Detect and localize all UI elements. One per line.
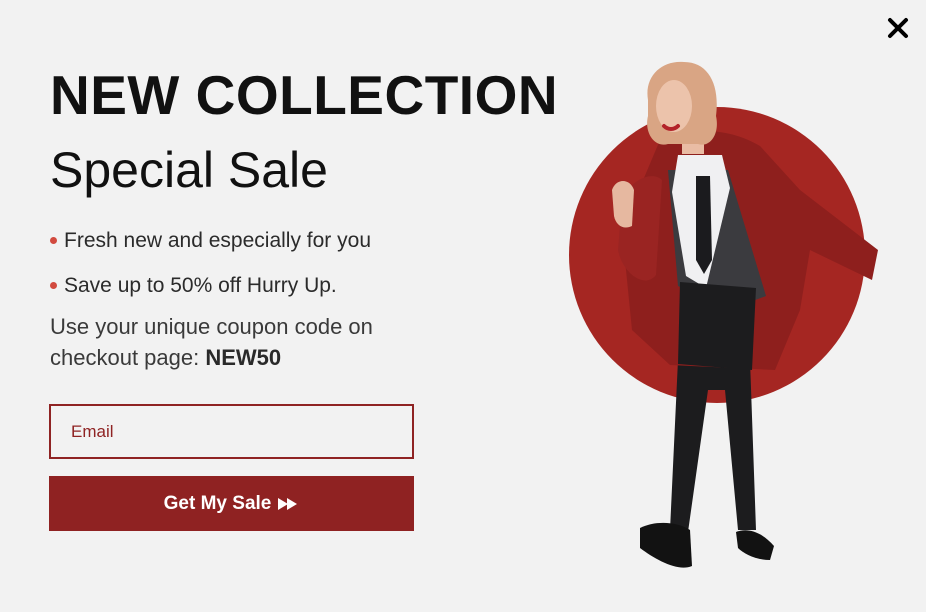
fast-forward-icon <box>277 497 299 511</box>
coupon-code: NEW50 <box>205 345 282 370</box>
bullet-dot-icon <box>50 282 57 289</box>
bullet-text: Fresh new and especially for you <box>64 228 371 252</box>
list-item: Fresh new and especially for you <box>50 218 371 263</box>
subheadline: Special Sale <box>50 142 328 198</box>
sale-popup: NEW COLLECTION Special Sale Fresh new an… <box>0 0 926 612</box>
get-my-sale-button[interactable]: Get My Sale <box>49 476 414 531</box>
coupon-instructions: Use your unique coupon code on checkout … <box>50 311 430 373</box>
cta-label: Get My Sale <box>163 492 272 514</box>
close-icon <box>888 18 908 38</box>
email-field[interactable] <box>49 404 414 459</box>
model-photo <box>569 61 878 568</box>
benefit-list: Fresh new and especially for you Save up… <box>50 218 371 308</box>
close-button[interactable] <box>884 14 912 42</box>
list-item: Save up to 50% off Hurry Up. <box>50 263 371 308</box>
bullet-text: Save up to 50% off Hurry Up. <box>64 273 337 297</box>
bullet-dot-icon <box>50 237 57 244</box>
headline: NEW COLLECTION <box>50 64 559 126</box>
